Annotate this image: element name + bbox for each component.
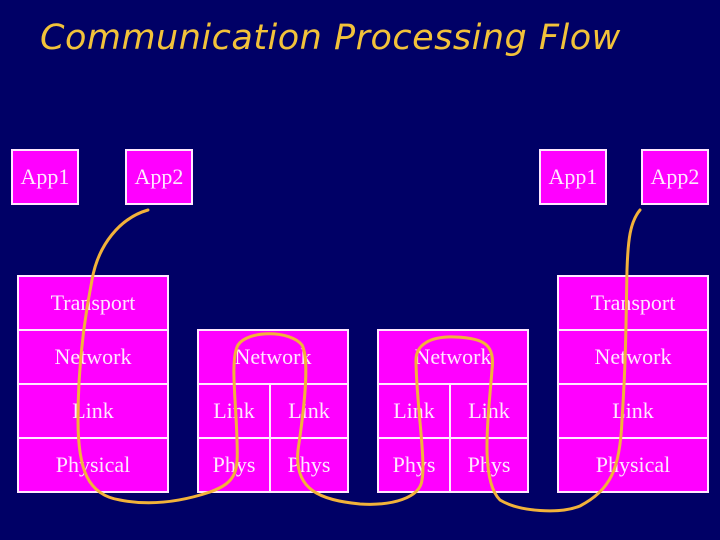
left-app1-box: App1 (11, 149, 79, 205)
right-transport-layer: Transport (557, 275, 709, 331)
router1-link-right: Link (269, 383, 349, 439)
router2-phys-right: Phys (449, 437, 529, 493)
left-physical-layer: Physical (17, 437, 169, 493)
left-link-layer: Link (17, 383, 169, 439)
left-network-layer: Network (17, 329, 169, 385)
router2-phys-left: Phys (377, 437, 451, 493)
right-physical-layer: Physical (557, 437, 709, 493)
router2-link-left: Link (377, 383, 451, 439)
right-app2-box: App2 (641, 149, 709, 205)
right-network-layer: Network (557, 329, 709, 385)
router2-link-right: Link (449, 383, 529, 439)
right-link-layer: Link (557, 383, 709, 439)
router1-network-layer: Network (197, 329, 349, 385)
router1-link-left: Link (197, 383, 271, 439)
router2-network-layer: Network (377, 329, 529, 385)
left-transport-layer: Transport (17, 275, 169, 331)
left-app2-box: App2 (125, 149, 193, 205)
slide-title: Communication Processing Flow (40, 18, 621, 58)
router1-phys-left: Phys (197, 437, 271, 493)
router1-phys-right: Phys (269, 437, 349, 493)
right-app1-box: App1 (539, 149, 607, 205)
